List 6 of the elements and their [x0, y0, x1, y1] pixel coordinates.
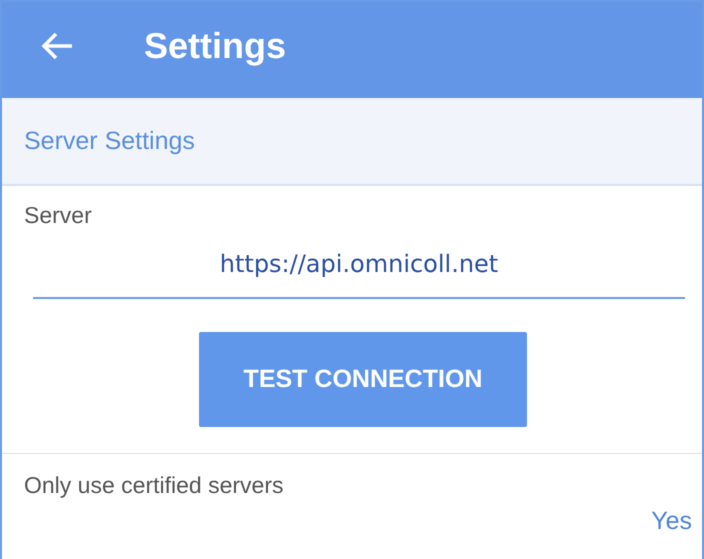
screen-title: Settings	[144, 25, 286, 67]
setting-label: Only use certified servers	[23, 472, 284, 499]
section-title: Server Settings	[24, 126, 195, 156]
back-arrow-icon	[40, 31, 74, 61]
field-label: Server	[23, 202, 93, 229]
setting-value: Yes	[651, 507, 693, 536]
